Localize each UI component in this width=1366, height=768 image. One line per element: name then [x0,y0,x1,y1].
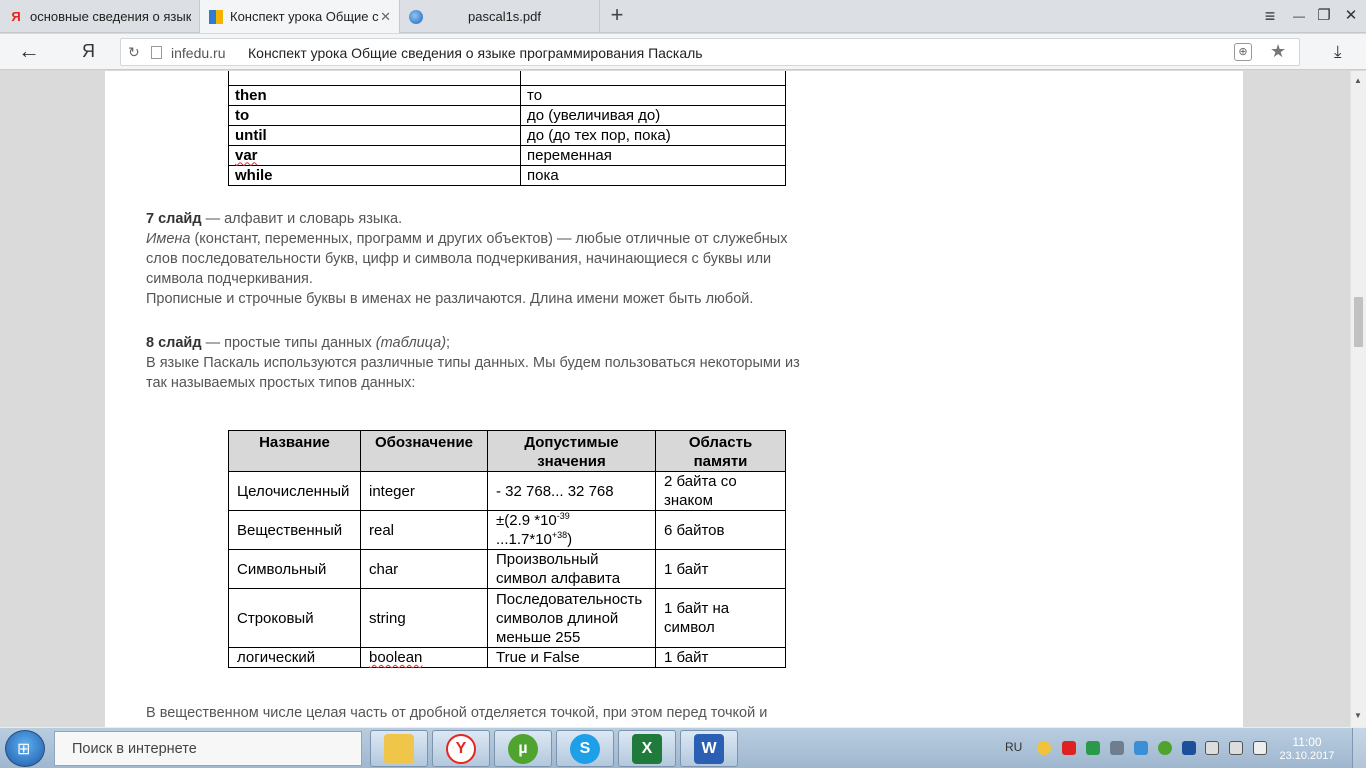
taskbar-utorrent[interactable]: µ [494,730,552,767]
taskbar: ⊞ Поиск в интернете Y µ S X W RU 11:00 2… [0,727,1366,768]
volume-icon[interactable] [1253,741,1267,755]
yandex-favicon-icon: Я [11,9,21,24]
taskbar-yandex-browser[interactable]: Y [432,730,490,767]
table-row [228,71,786,86]
slide8-paragraph: 8 слайд — простые типы данных (таблица);… [146,335,800,391]
tray-network-icon[interactable] [1110,741,1124,755]
tray-badge-icon[interactable] [1037,741,1051,755]
download-icon[interactable]: ⤓ [1334,42,1342,62]
table-row: until до (до тех пор, пока) [228,125,786,146]
tab-bar: Я основные сведения о языке Конспект уро… [0,0,1366,33]
table-row: var переменная [228,145,786,166]
page-icon [151,46,162,59]
start-button[interactable]: ⊞ [5,730,45,767]
scroll-thumb[interactable] [1354,297,1363,347]
scroll-up-icon[interactable]: ▲ [1354,76,1362,85]
vertical-scrollbar[interactable]: ▲ ▼ [1350,71,1366,727]
table-header-row: Название Обозначение Допустимые значения… [228,430,786,472]
tab-1[interactable]: Я основные сведения о языке [0,0,200,33]
back-arrow-icon[interactable]: ← [18,40,40,62]
document-page: then то to до (увеличивая до) until до (до … [105,71,1243,727]
tray-shield-icon[interactable] [1086,741,1100,755]
table-row: Вещественный real ±(2.9 *10-39 ...1.7*10+… [228,510,786,550]
footer-paragraph: В вещественном числе целая часть от дроб… [146,705,768,721]
language-indicator[interactable]: RU [1005,740,1022,754]
taskbar-search-input[interactable]: Поиск в интернете [54,731,362,766]
windows-logo-icon: ⊞ [17,741,31,758]
tray-antivirus-icon[interactable] [1062,741,1076,755]
folder-icon [384,733,414,764]
keywords-table: then то to до (увеличивая до) until до (до … [228,71,786,186]
tab-title: Конспект урока Общие с [230,9,379,24]
globe-icon [408,9,424,25]
slide7-paragraph: 7 слайд — алфавит и словарь языка. Имена… [146,211,788,307]
url-domain: infedu.ru [171,45,226,61]
close-window-icon[interactable]: ✕ [1340,6,1362,26]
show-desktop-button[interactable] [1352,728,1366,768]
tab-title: pascal1s.pdf [468,9,541,24]
restore-icon[interactable]: ❐ [1313,6,1335,26]
tab-2[interactable]: Конспект урока Общие с ✕ [200,0,400,33]
table-row: Символьный char Произвольный символ алфа… [228,549,786,589]
table-row: Целочисленный integer - 32 768... 32 768… [228,471,786,511]
skype-icon: S [570,733,600,764]
tray-flag-icon[interactable] [1134,741,1148,755]
site-favicon-icon [208,9,224,25]
table-row: while пока [228,165,786,186]
tray-utorrent-icon[interactable] [1158,741,1172,755]
tab-3[interactable]: pascal1s.pdf [400,0,600,33]
taskbar-explorer[interactable] [370,730,428,767]
yandex-browser-icon: Y [446,733,476,764]
taskbar-skype[interactable]: S [556,730,614,767]
tray-monitor-icon[interactable] [1229,741,1243,755]
word-icon: W [694,733,724,764]
table-row: to до (увеличивая до) [228,105,786,126]
reload-icon[interactable]: ↻ [128,44,140,61]
table-row: then то [228,85,786,106]
bookmark-star-icon[interactable]: ★ [1270,41,1286,62]
taskbar-excel[interactable]: X [618,730,676,767]
search-placeholder: Поиск в интернете [72,741,197,757]
table-row: логический boolean True и False 1 байт [228,647,786,668]
yandex-logo[interactable]: Я [82,41,95,62]
utorrent-icon: µ [508,733,538,764]
excel-icon: X [632,733,662,764]
bluetooth-icon[interactable] [1182,741,1196,755]
system-clock[interactable]: 11:00 23.10.2017 [1276,735,1338,763]
page-content: then то to до (увеличивая до) until до (до … [0,71,1350,727]
scroll-down-icon[interactable]: ▼ [1354,711,1362,720]
tray-device-icon[interactable] [1205,741,1219,755]
close-tab-icon[interactable]: ✕ [380,9,391,25]
address-bar: ← Я ↻ infedu.ru Конспект урока Общие све… [0,34,1366,70]
table-row: Строковый string Последовательность симв… [228,588,786,648]
menu-icon[interactable]: ≡ [1259,6,1281,26]
url-field[interactable]: ↻ infedu.ru Конспект урока Общие сведени… [120,38,1300,66]
url-page-title: Конспект урока Общие сведения о языке пр… [248,45,703,61]
data-types-table: Название Обозначение Допустимые значения… [228,430,786,668]
protect-icon[interactable]: ⊕ [1234,43,1252,61]
taskbar-word[interactable]: W [680,730,738,767]
tab-title: основные сведения о языке [30,9,191,24]
minimize-icon[interactable]: — [1288,6,1310,26]
new-tab-button[interactable]: + [606,4,628,28]
